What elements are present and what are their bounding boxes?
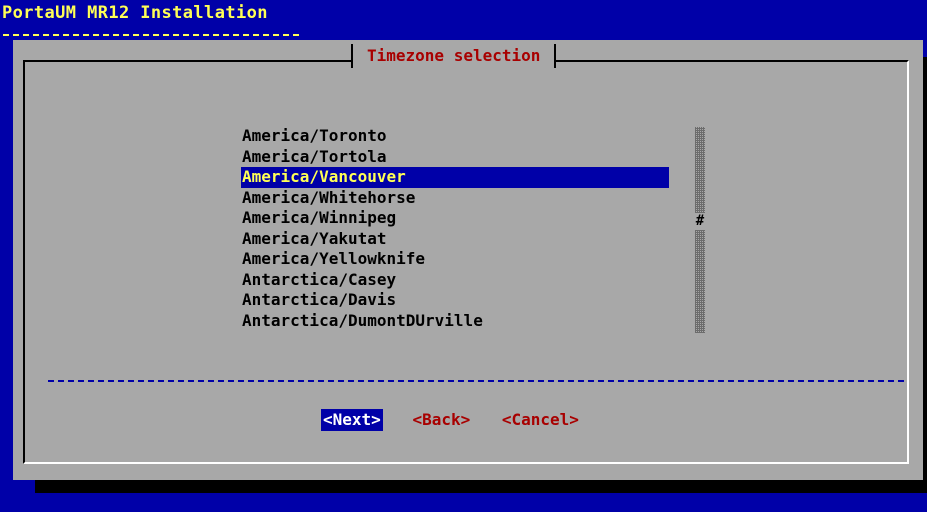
timezone-option[interactable]: America/Toronto	[241, 126, 669, 147]
timezone-option-selected[interactable]: America/Vancouver	[241, 167, 669, 188]
timezone-option[interactable]: Antarctica/DumontDUrville	[241, 311, 669, 332]
cancel-button[interactable]: <Cancel>	[500, 409, 581, 431]
timezone-option[interactable]: America/Yellowknife	[241, 249, 669, 270]
scrollbar-track-upper[interactable]	[695, 127, 705, 213]
scrollbar-thumb[interactable]: #	[694, 213, 706, 229]
dialog-shadow-bottom	[35, 480, 927, 493]
timezone-option[interactable]: America/Yakutat	[241, 229, 669, 250]
button-bar: <Next> <Back> <Cancel>	[321, 409, 599, 431]
backtitle: PortaUM MR12 Installation	[2, 3, 268, 23]
list-scrollbar[interactable]: #	[695, 127, 705, 333]
backtitle-underline	[3, 34, 299, 36]
scrollbar-track-lower[interactable]	[695, 230, 705, 333]
timezone-option[interactable]: Antarctica/Davis	[241, 290, 669, 311]
timezone-dialog: Timezone selection America/Toronto Ameri…	[13, 40, 923, 480]
timezone-option[interactable]: America/Winnipeg	[241, 208, 669, 229]
timezone-option[interactable]: America/Tortola	[241, 147, 669, 168]
next-button[interactable]: <Next>	[321, 409, 383, 431]
dialog-title-box: Timezone selection	[351, 44, 557, 68]
timezone-list[interactable]: America/Toronto America/Tortola America/…	[241, 126, 669, 331]
back-button[interactable]: <Back>	[410, 409, 472, 431]
timezone-option[interactable]: Antarctica/Casey	[241, 270, 669, 291]
button-separator	[48, 380, 904, 382]
dialog-title: Timezone selection	[367, 46, 541, 65]
timezone-option[interactable]: America/Whitehorse	[241, 188, 669, 209]
